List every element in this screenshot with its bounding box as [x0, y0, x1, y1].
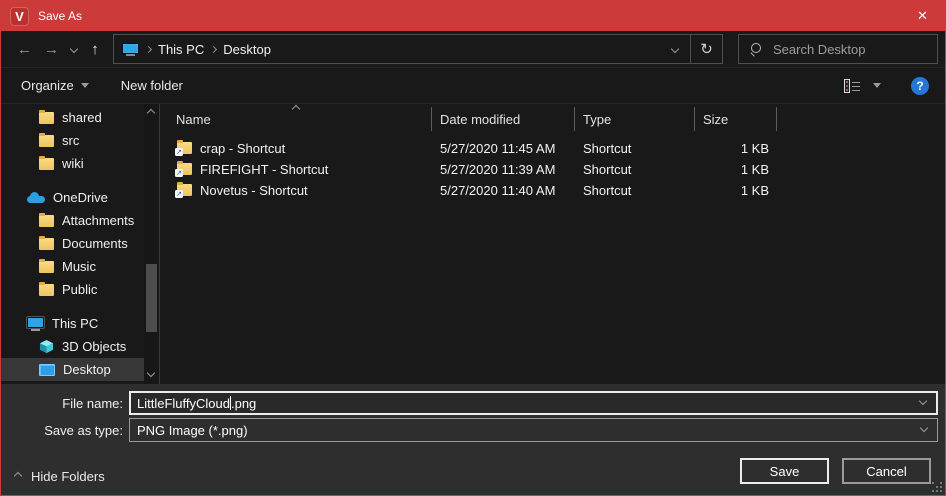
file-date: 5/27/2020 11:39 AM — [432, 162, 575, 177]
breadcrumb-desktop[interactable]: Desktop — [223, 42, 271, 57]
sidebar-item-this-pc[interactable]: This PC — [1, 312, 144, 335]
forward-icon[interactable]: → — [38, 35, 65, 63]
breadcrumb: This PC Desktop — [114, 42, 660, 57]
address-bar[interactable]: This PC Desktop ↻ — [113, 34, 723, 64]
window-title: Save As — [38, 9, 82, 23]
address-dropdown-icon[interactable] — [660, 35, 690, 63]
navigation-bar: ← → ↑ This PC Desktop ↻ Search Desktop — [1, 31, 945, 68]
folder-icon — [39, 135, 54, 147]
toolbar: Organize New folder ? — [1, 68, 945, 104]
file-date: 5/27/2020 11:45 AM — [432, 141, 575, 156]
file-list-header: Name Date modified Type Size — [160, 105, 945, 133]
file-row[interactable]: ↗ Novetus - Shortcut 5/27/2020 11:40 AM … — [160, 180, 945, 201]
breadcrumb-this-pc[interactable]: This PC — [158, 42, 204, 57]
folder-icon — [39, 238, 54, 250]
toolbar-right: ? — [844, 77, 929, 95]
history-dropdown-icon[interactable] — [65, 35, 82, 63]
file-type: Shortcut — [575, 141, 695, 156]
sidebar-item-3d-objects[interactable]: 3D Objects — [1, 335, 144, 358]
refresh-icon[interactable]: ↻ — [690, 35, 722, 63]
file-type: Shortcut — [575, 183, 695, 198]
column-header-size[interactable]: Size — [695, 107, 777, 131]
scrollbar-thumb[interactable] — [146, 264, 157, 332]
search-placeholder: Search Desktop — [773, 42, 866, 57]
computer-icon — [27, 317, 44, 331]
scroll-up-icon[interactable] — [147, 109, 155, 117]
details-view-icon[interactable] — [844, 79, 861, 93]
search-icon — [750, 43, 763, 56]
sidebar-item-shared[interactable]: shared — [1, 106, 144, 129]
file-name-label: File name: — [1, 396, 123, 411]
sidebar-item-music[interactable]: Music — [1, 255, 144, 278]
resize-grip[interactable] — [932, 482, 942, 492]
sidebar-item-public[interactable]: Public — [1, 278, 144, 301]
chevron-down-icon[interactable] — [920, 424, 928, 432]
folder-icon — [39, 215, 54, 227]
file-row[interactable]: ↗ FIREFIGHT - Shortcut 5/27/2020 11:39 A… — [160, 159, 945, 180]
file-list: Name Date modified Type Size ↗ crap - Sh… — [160, 104, 945, 384]
view-options-chevron-icon[interactable] — [873, 83, 881, 88]
file-date: 5/27/2020 11:40 AM — [432, 183, 575, 198]
folder-icon — [39, 261, 54, 273]
scroll-down-icon[interactable] — [147, 369, 155, 377]
file-row[interactable]: ↗ crap - Shortcut 5/27/2020 11:45 AM Sho… — [160, 138, 945, 159]
shortcut-folder-icon: ↗ — [176, 142, 192, 155]
folder-icon — [39, 158, 54, 170]
chevron-up-icon — [14, 472, 22, 480]
folder-icon — [39, 284, 54, 296]
onedrive-cloud-icon — [27, 192, 45, 204]
desktop-monitor-icon — [39, 364, 55, 376]
file-size: 1 KB — [695, 162, 777, 177]
sidebar-item-wiki[interactable]: wiki — [1, 152, 144, 175]
sidebar-item-documents[interactable]: Documents — [1, 232, 144, 255]
3d-cube-icon — [39, 339, 54, 354]
file-name: crap - Shortcut — [200, 141, 285, 156]
breadcrumb-separator-icon — [210, 45, 217, 52]
file-type: Shortcut — [575, 162, 695, 177]
close-icon[interactable]: ✕ — [900, 1, 945, 31]
save-as-type-select[interactable]: PNG Image (*.png) — [129, 418, 938, 442]
breadcrumb-separator-icon — [145, 45, 152, 52]
title-bar: V Save As ✕ — [1, 1, 945, 31]
this-pc-icon — [122, 43, 139, 56]
save-button[interactable]: Save — [740, 458, 829, 484]
new-folder-button[interactable]: New folder — [121, 78, 183, 93]
chevron-down-icon[interactable] — [919, 397, 927, 405]
sidebar-item-attachments[interactable]: Attachments — [1, 209, 144, 232]
sidebar-item-src[interactable]: src — [1, 129, 144, 152]
vivaldi-logo-icon: V — [10, 7, 29, 26]
folder-icon — [39, 112, 54, 124]
sidebar-item-onedrive[interactable]: OneDrive — [1, 186, 144, 209]
cancel-button[interactable]: Cancel — [842, 458, 931, 484]
organize-button[interactable]: Organize — [21, 78, 89, 93]
hide-folders-button[interactable]: Hide Folders — [15, 466, 105, 486]
save-panel: File name: LittleFluffyCloud.png Save as… — [1, 384, 945, 495]
file-name-input[interactable]: LittleFluffyCloud.png — [129, 391, 938, 415]
save-as-dialog: V Save As ✕ ← → ↑ This PC Desktop ↻ Sear… — [0, 0, 946, 496]
file-name: FIREFIGHT - Shortcut — [200, 162, 328, 177]
save-as-type-label: Save as type: — [1, 423, 123, 438]
file-rows: ↗ crap - Shortcut 5/27/2020 11:45 AM Sho… — [160, 138, 945, 201]
search-input[interactable]: Search Desktop — [738, 34, 938, 64]
file-name: Novetus - Shortcut — [200, 183, 308, 198]
up-directory-icon[interactable]: ↑ — [82, 35, 108, 63]
file-size: 1 KB — [695, 141, 777, 156]
sidebar-scrollbar[interactable] — [144, 104, 159, 384]
sidebar-item-desktop[interactable]: Desktop — [1, 358, 144, 381]
help-icon[interactable]: ? — [911, 77, 929, 95]
folder-tree-sidebar: shared src wiki OneDrive Attachments Doc… — [1, 104, 144, 384]
shortcut-folder-icon: ↗ — [176, 184, 192, 197]
file-size: 1 KB — [695, 183, 777, 198]
column-header-type[interactable]: Type — [575, 107, 695, 131]
back-icon[interactable]: ← — [11, 35, 38, 63]
shortcut-folder-icon: ↗ — [176, 163, 192, 176]
chevron-down-icon — [81, 83, 89, 88]
column-header-date-modified[interactable]: Date modified — [432, 107, 575, 131]
main-area: shared src wiki OneDrive Attachments Doc… — [1, 104, 945, 384]
